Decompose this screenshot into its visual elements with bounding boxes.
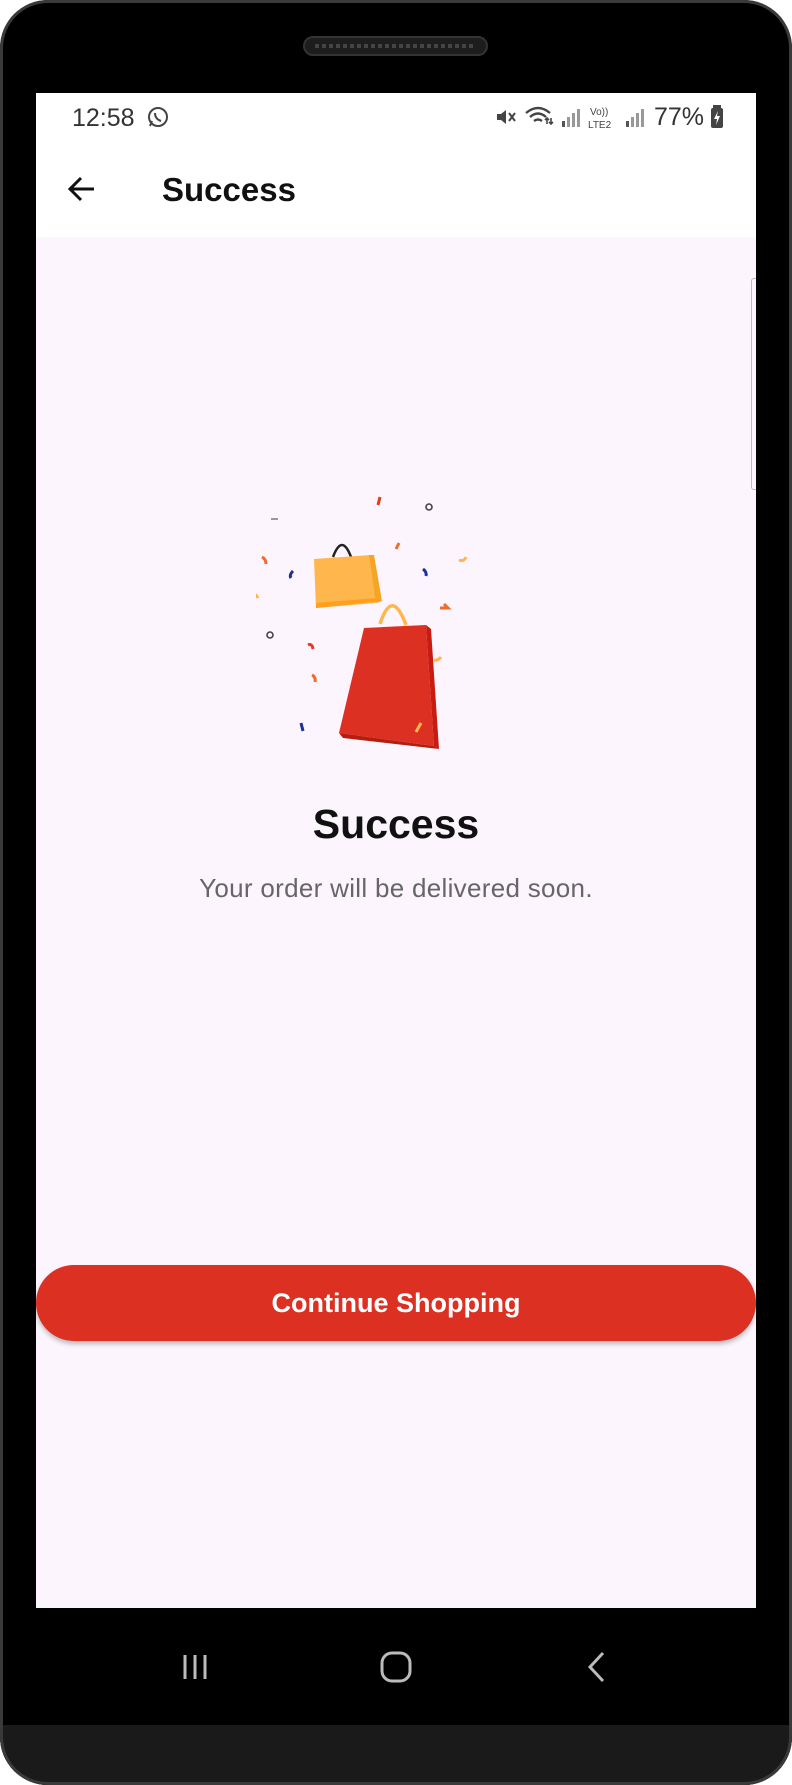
status-bar: 12:58 Vo)) LTE2 77% [36, 93, 756, 143]
system-nav-bar [36, 1608, 756, 1725]
continue-shopping-button[interactable]: Continue Shopping [36, 1265, 756, 1341]
status-icons: Vo)) LTE2 77% [494, 102, 724, 132]
app-screen: 12:58 Vo)) LTE2 77% Success Success Your… [36, 93, 756, 1608]
battery-percentage: 77% [653, 102, 704, 131]
earpiece-speaker [303, 36, 488, 56]
mute-icon [496, 110, 516, 124]
home-icon [380, 1651, 412, 1682]
success-heading: Success [312, 801, 480, 847]
back-arrow-icon[interactable] [66, 173, 98, 205]
phone-frame: 12:58 Vo)) LTE2 77% Success Success Your… [0, 0, 792, 1785]
phone-chin [0, 1725, 792, 1785]
volte-top-text: Vo)) [590, 107, 608, 118]
home-button[interactable] [356, 1608, 436, 1725]
red-bag [339, 604, 439, 749]
order-message: Your order will be delivered soon. [199, 873, 593, 903]
orange-bag [314, 543, 382, 608]
app-bar: Success [36, 143, 756, 237]
lte2-text: LTE2 [588, 120, 612, 130]
volte-icon: Vo)) LTE2 [588, 107, 612, 130]
system-back-button[interactable] [557, 1608, 637, 1725]
system-back-icon [587, 1651, 605, 1682]
status-time: 12:58 [72, 104, 135, 132]
signal-1-icon [561, 109, 580, 127]
whatsapp-icon [148, 107, 168, 127]
page-title: Success [162, 171, 296, 208]
scrollbar-indicator [751, 278, 756, 490]
recent-apps-icon [183, 1654, 207, 1679]
battery-charging-icon [711, 105, 723, 128]
shopping-bags-illustration [256, 496, 468, 749]
recent-apps-button[interactable] [155, 1608, 235, 1725]
signal-2-icon [625, 109, 644, 127]
wifi-icon [525, 106, 554, 126]
